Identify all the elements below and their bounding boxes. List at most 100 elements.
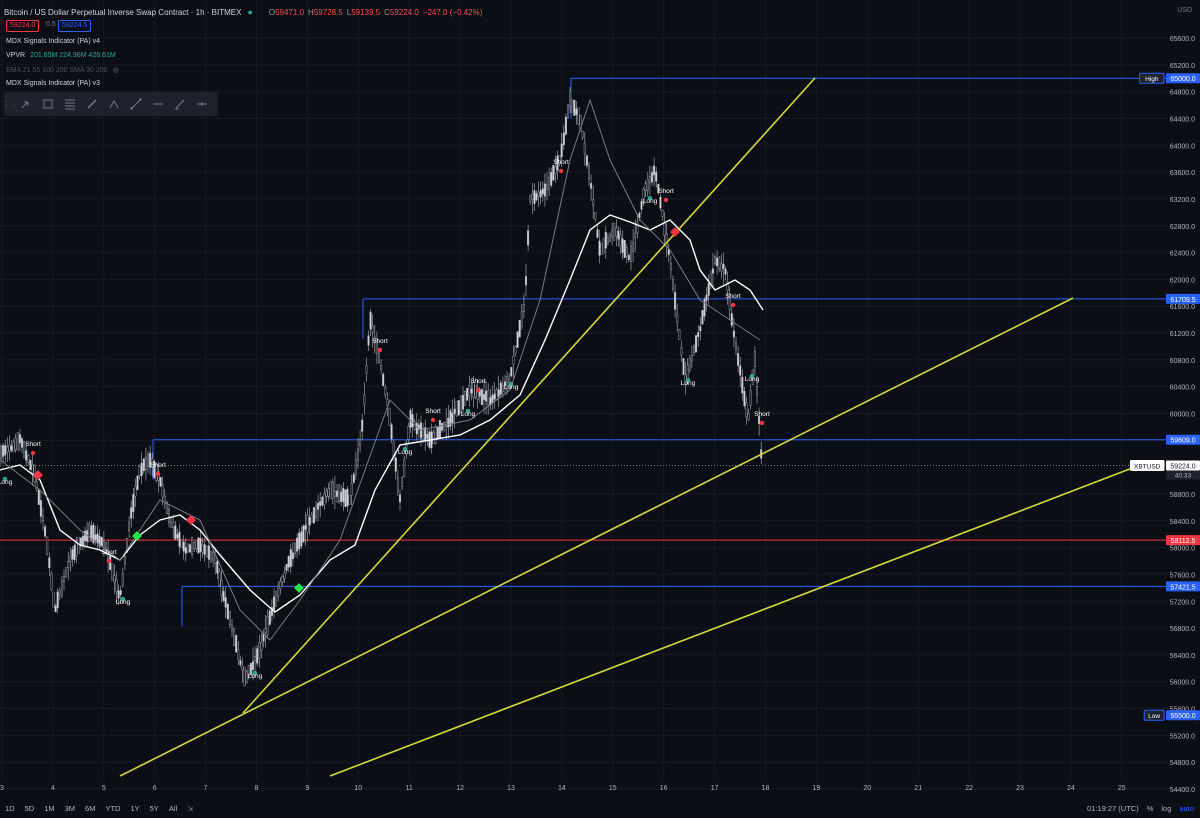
utc-clock[interactable]: 01:19:27 (UTC) (1087, 804, 1139, 813)
short-signal-label: Short (372, 338, 388, 345)
drag-handle-icon[interactable]: ⋮⋮ (2, 96, 18, 112)
rectangle-icon[interactable] (38, 94, 58, 114)
horizontal-line-icon[interactable] (148, 94, 168, 114)
highlighter-icon[interactable] (170, 94, 190, 114)
candle-body (705, 294, 708, 301)
candle-body (697, 332, 700, 337)
candle-body (312, 507, 315, 524)
path-icon[interactable] (104, 94, 124, 114)
candle-body (81, 535, 84, 546)
price-chart[interactable]: ShortLongShortShortLongLongShortLongShor… (0, 0, 1200, 818)
candle-body (121, 573, 124, 586)
candle-body (483, 394, 486, 400)
candle-body (138, 466, 141, 476)
candle-body (520, 310, 523, 327)
candle-body (281, 575, 284, 583)
candle-body (659, 196, 662, 209)
candle-body (212, 551, 215, 561)
time-tick: 7 (204, 785, 208, 792)
price-tick: 57600.0 (1170, 572, 1195, 579)
candle-body (359, 438, 362, 446)
bottom-right-controls: 01:19:27 (UTC) % log auto (1087, 798, 1194, 818)
candle-body (512, 356, 515, 365)
indicator-mdx-v3[interactable]: MDX Signals Indicator (PA) v3 (6, 80, 100, 87)
bottom-toolbar: 1D 5D 1M 3M 6M YTD 1Y 5Y All ⇲ 01:19:27 … (0, 798, 1200, 818)
candle-body (716, 257, 719, 267)
indicator-ema-sma[interactable]: EMA 21 55 100 200 SMA 30 200 ◎ (6, 66, 119, 75)
candle-body (611, 230, 614, 238)
candle-body (546, 184, 549, 190)
timeframe-6m[interactable]: 6M (80, 804, 100, 813)
indicator-vpvr[interactable]: VPVR 201.65M 224.96M 426.61M (6, 52, 116, 59)
candle-body (222, 591, 225, 601)
candle-body (228, 611, 231, 625)
timeframe-5d[interactable]: 5D (20, 804, 40, 813)
candle-body (163, 495, 166, 503)
measure-icon[interactable] (192, 94, 212, 114)
candle-body (54, 605, 57, 613)
long-signal-label: Long (398, 449, 413, 456)
candle-body (224, 597, 227, 608)
candle-body (548, 177, 551, 190)
short-signal-label: Short (754, 411, 770, 418)
symbol-title[interactable]: Bitcoin / US Dollar Perpetual Inverse Sw… (4, 8, 241, 17)
candle-body (235, 634, 238, 653)
long-signal-label: Long (504, 384, 519, 391)
price-tick: 56000.0 (1170, 680, 1195, 687)
candle-body (655, 171, 658, 182)
candle-body (592, 199, 595, 206)
candle-body (197, 537, 200, 554)
time-tick: 13 (507, 785, 515, 792)
log-toggle[interactable]: log (1161, 804, 1171, 813)
timeframe-1y[interactable]: 1Y (125, 804, 144, 813)
sell-button[interactable]: 59224.0 (6, 20, 40, 32)
price-tick: 65600.0 (1170, 36, 1195, 43)
candle-body (552, 164, 555, 181)
short-signal-label: Short (101, 549, 117, 556)
candle-body (533, 190, 536, 204)
candle-body (651, 172, 654, 183)
short-signal-dot (377, 347, 383, 353)
timeframe-3m[interactable]: 3M (60, 804, 80, 813)
candle-body (653, 165, 656, 176)
candle-body (111, 563, 114, 581)
currency-label[interactable]: USD (1177, 5, 1192, 17)
timeframe-5y[interactable]: 5Y (145, 804, 164, 813)
candle-body (531, 193, 534, 201)
timeframe-ytd[interactable]: YTD (100, 804, 125, 813)
timeframe-1m[interactable]: 1M (39, 804, 59, 813)
trendline-icon[interactable] (126, 94, 146, 114)
candle-body (388, 407, 391, 426)
candle-body (275, 591, 278, 607)
hidden-eye-icon[interactable]: ◎ (113, 66, 119, 74)
candle-body (199, 538, 202, 552)
candle-body (60, 580, 63, 597)
auto-scale-toggle[interactable]: auto (1179, 804, 1194, 813)
fib-icon[interactable] (60, 94, 80, 114)
goto-date-icon[interactable]: ⇲ (182, 804, 198, 813)
candle-body (14, 437, 17, 450)
candle-body (216, 561, 219, 574)
buy-button[interactable]: 59224.5 (58, 20, 92, 32)
short-signal-label: Short (150, 462, 166, 469)
candle-body (609, 234, 612, 243)
candle-body (573, 99, 576, 116)
price-tick: 57200.0 (1170, 599, 1195, 606)
candle-body (682, 358, 685, 375)
percent-toggle[interactable]: % (1147, 804, 1154, 813)
timeframe-all[interactable]: All (164, 804, 182, 813)
price-tag: High (1145, 76, 1159, 83)
candle-body (554, 166, 557, 174)
candle-body (688, 358, 691, 371)
timeframe-1d[interactable]: 1D (0, 804, 20, 813)
candle-body (693, 346, 696, 353)
candle-body (756, 385, 759, 396)
price-tag: Low (1148, 713, 1160, 720)
brush-icon[interactable] (82, 94, 102, 114)
candle-body (56, 591, 59, 609)
candle-body (426, 434, 429, 439)
candle-body (615, 227, 618, 237)
cursor-icon[interactable] (16, 94, 36, 114)
candle-body (336, 490, 339, 497)
indicator-mdx-v4[interactable]: MDX Signals Indicator (PA) v4 (6, 38, 100, 45)
